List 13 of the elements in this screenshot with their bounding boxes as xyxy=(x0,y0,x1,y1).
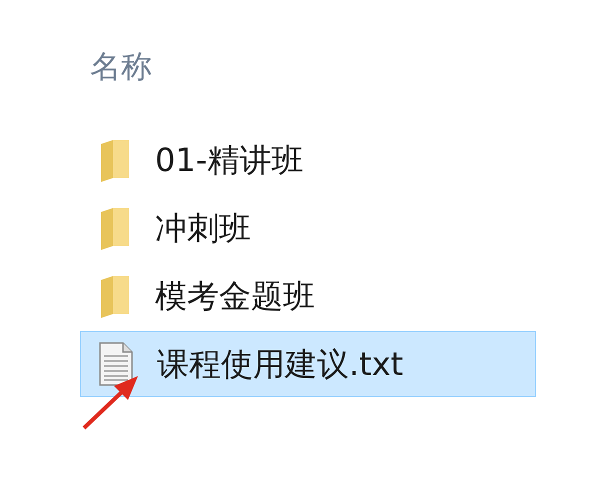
text-document-icon xyxy=(99,342,133,386)
file-name: 模考金题班 xyxy=(155,276,315,316)
file-row[interactable]: 冲刺班 xyxy=(80,194,536,260)
folder-icon xyxy=(99,274,131,318)
folder-icon xyxy=(99,206,131,250)
file-row[interactable]: 课程使用建议.txt xyxy=(80,330,536,396)
file-row[interactable]: 01-精讲班 xyxy=(80,126,536,192)
folder-icon xyxy=(99,138,131,182)
file-row[interactable]: 模考金题班 xyxy=(80,262,536,328)
file-name: 01-精讲班 xyxy=(155,140,304,180)
file-name: 冲刺班 xyxy=(155,208,251,248)
file-name: 课程使用建议.txt xyxy=(157,344,404,384)
column-header[interactable]: 名称 xyxy=(90,49,152,85)
